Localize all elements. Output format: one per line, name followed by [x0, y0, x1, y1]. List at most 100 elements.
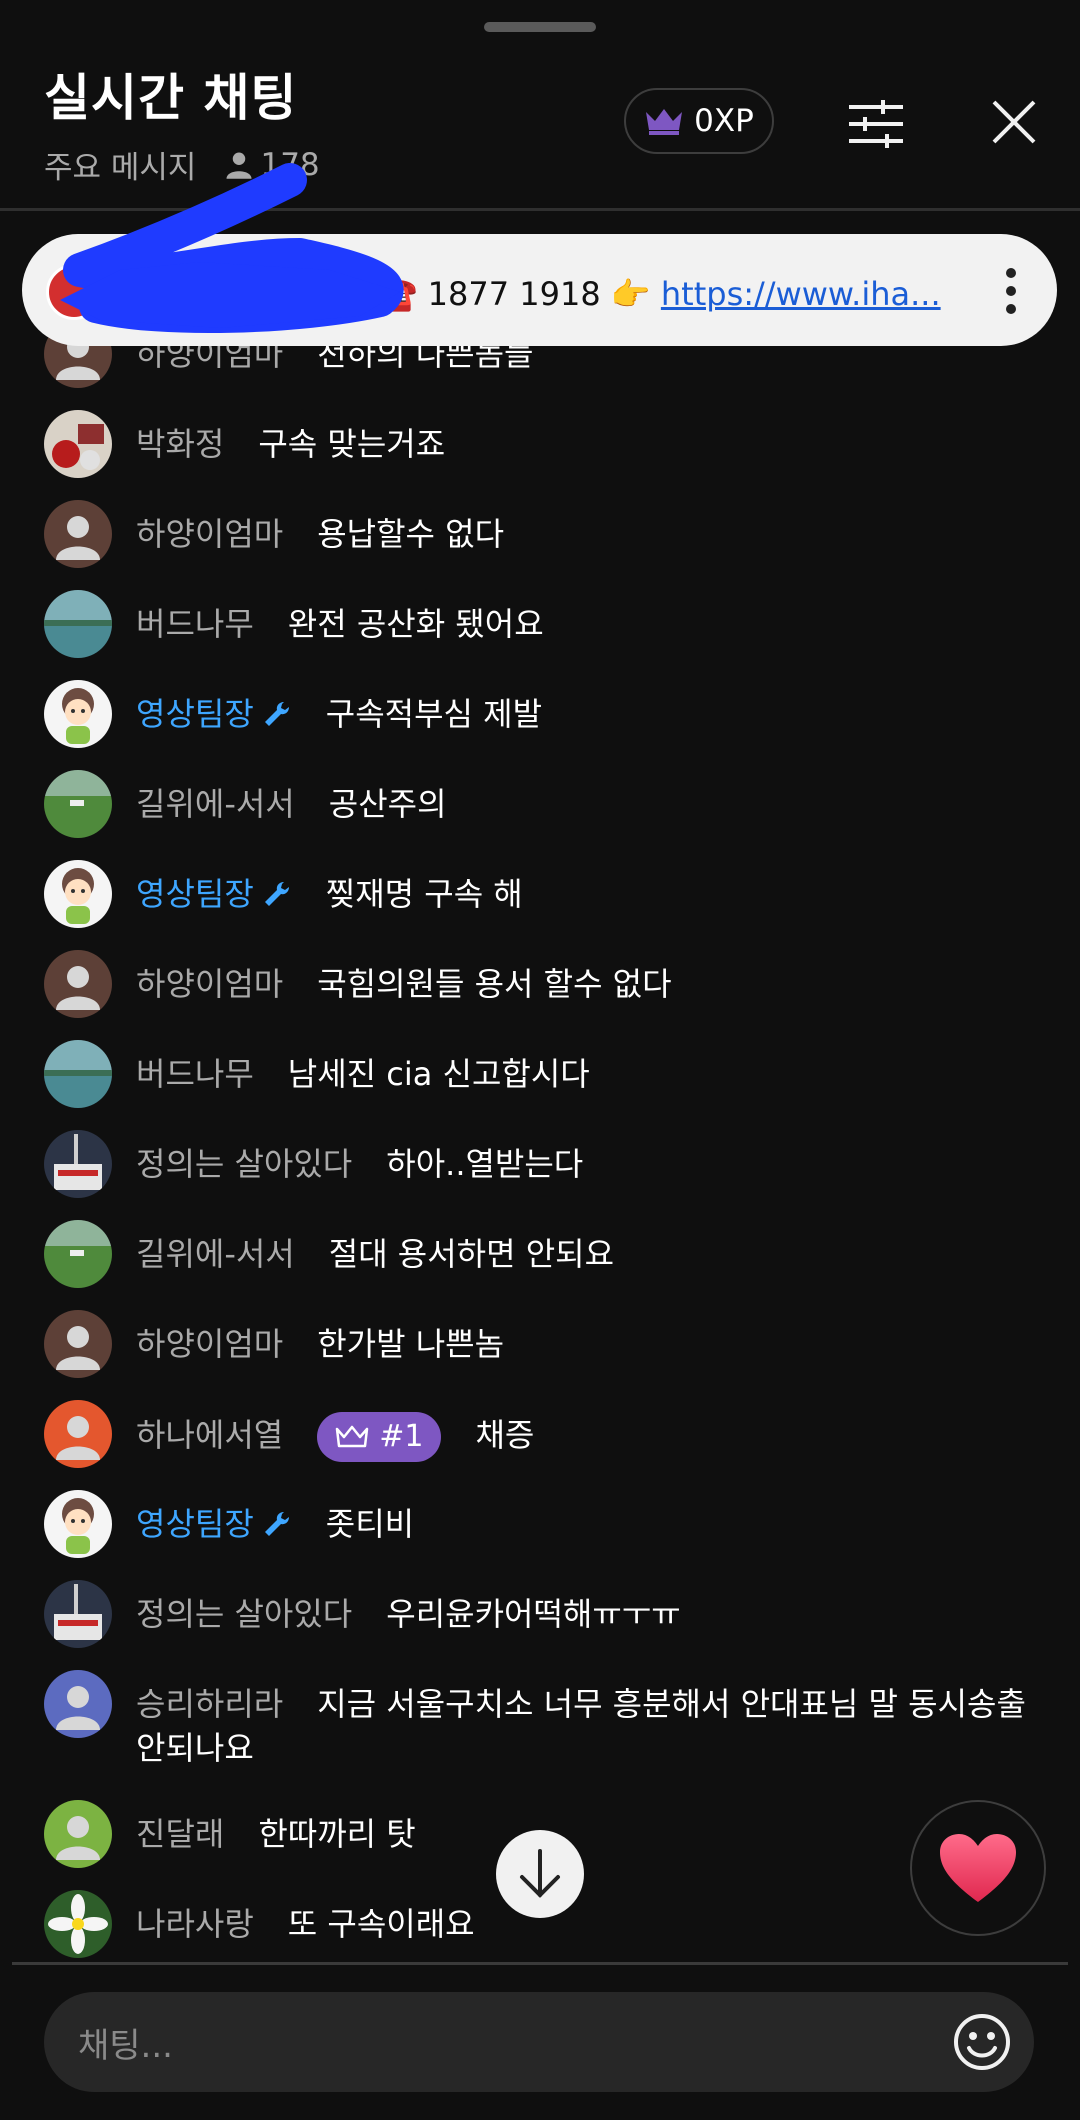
message-text: 채증 — [475, 1416, 535, 1454]
pinned-text: 공 ☎️ 1877 1918 👉 https://www.iha... — [332, 269, 992, 315]
message-author[interactable]: 승리하리라 — [136, 1685, 283, 1723]
chat-message[interactable]: 영상팀장 좃티비 — [44, 1490, 1044, 1558]
message-author[interactable]: 영상팀장 — [136, 875, 292, 913]
message-body: 영상팀장 좃티비 — [136, 1490, 414, 1546]
avatar[interactable] — [44, 1580, 112, 1648]
message-body: 하양이엄마 용납할수 없다 — [136, 500, 504, 556]
message-author[interactable]: 정의는 살아있다 — [136, 1595, 352, 1633]
crown-icon — [646, 109, 683, 135]
chat-message[interactable]: 길위에-서서 공산주의 — [44, 770, 1044, 838]
xp-button[interactable]: 0XP — [624, 88, 774, 154]
avatar[interactable] — [44, 860, 112, 928]
avatar[interactable] — [44, 770, 112, 838]
chat-message[interactable]: 버드나무 완전 공산화 됐어요 — [44, 590, 1044, 658]
wrench-icon — [264, 1512, 289, 1536]
chat-filter-dropdown[interactable]: 주요 메시지 178 — [44, 142, 320, 187]
avatar[interactable] — [44, 1490, 112, 1558]
chat-message[interactable]: 하나에서열 #1 채증 — [44, 1400, 1044, 1468]
avatar[interactable] — [44, 1400, 112, 1468]
message-text: 우리윤카어떡해ㅠㅜㅠ — [386, 1595, 681, 1633]
chat-message[interactable]: 하양이엄마 용납할수 없다 — [44, 500, 1044, 568]
close-button[interactable] — [984, 92, 1044, 152]
message-author[interactable]: 하양이엄마 — [136, 1325, 283, 1363]
message-text: 공산주의 — [328, 785, 447, 823]
pinned-partial-text: 공 — [332, 275, 362, 313]
chat-message[interactable]: 승리하리라 지금 서울구치소 너무 흥분해서 안대표님 말 동시송출 안되나요 — [44, 1670, 1044, 1770]
input-divider — [12, 1962, 1068, 1965]
message-author[interactable]: 버드나무 — [136, 1055, 254, 1093]
pinned-avatar — [46, 264, 102, 320]
message-body: 승리하리라 지금 서울구치소 너무 흥분해서 안대표님 말 동시송출 안되나요 — [136, 1670, 1026, 1770]
message-author[interactable]: 하양이엄마 — [136, 965, 283, 1003]
viewer-count-value: 178 — [260, 146, 320, 183]
message-body: 하양이엄마 국힘의원들 용서 할수 없다 — [136, 950, 672, 1006]
avatar[interactable] — [44, 1130, 112, 1198]
live-chat-panel: 실시간 채팅 주요 메시지 178 0XP 하양이엄마 천하의 나쁜놈들 박화정… — [0, 0, 1080, 2120]
chat-message[interactable]: 하양이엄마 한가발 나쁜놈 — [44, 1310, 1044, 1378]
message-text: 지금 서울구치소 너무 흥분해서 안대표님 말 동시송출 — [317, 1685, 1026, 1723]
message-author[interactable]: 영상팀장 — [136, 695, 292, 733]
avatar[interactable] — [44, 1310, 112, 1378]
message-author[interactable]: 하나에서열 — [136, 1416, 283, 1454]
avatar[interactable] — [44, 950, 112, 1018]
message-text: 국힘의원들 용서 할수 없다 — [317, 965, 672, 1003]
message-text: 한따까리 탓 — [258, 1815, 416, 1853]
pinned-link[interactable]: https://www.iha... — [661, 275, 941, 313]
avatar[interactable] — [44, 680, 112, 748]
chat-message[interactable]: 박화정 구속 맞는거죠 — [44, 410, 1044, 478]
avatar[interactable] — [44, 1220, 112, 1288]
heart-reaction-button[interactable] — [910, 1800, 1046, 1936]
viewer-count: 178 — [224, 146, 320, 183]
wrench-icon — [264, 882, 289, 906]
avatar[interactable] — [44, 1670, 112, 1738]
avatar[interactable] — [44, 500, 112, 568]
message-author[interactable]: 하양이엄마 — [136, 515, 283, 553]
close-icon — [992, 100, 1036, 144]
message-body: 하나에서열 #1 채증 — [136, 1400, 534, 1462]
message-text: 완전 공산화 됐어요 — [287, 605, 544, 643]
avatar[interactable] — [44, 590, 112, 658]
chat-message[interactable]: 하양이엄마 국힘의원들 용서 할수 없다 — [44, 950, 1044, 1018]
message-author[interactable]: 나라사랑 — [136, 1905, 254, 1943]
chat-message[interactable]: 영상팀장 구속적부심 제발 — [44, 680, 1044, 748]
message-author[interactable]: 정의는 살아있다 — [136, 1145, 352, 1183]
message-author[interactable]: 버드나무 — [136, 605, 254, 643]
chat-input[interactable]: 채팅... — [44, 1992, 1034, 2092]
message-author[interactable]: 진달래 — [136, 1815, 224, 1853]
pinned-phone: ☎️ 1877 1918 👉 — [377, 275, 651, 313]
member-badge-label: #1 — [379, 1419, 424, 1454]
message-body: 길위에-서서 공산주의 — [136, 770, 447, 826]
message-body: 정의는 살아있다 하아..열받는다 — [136, 1130, 583, 1186]
settings-sliders-button[interactable] — [840, 92, 912, 156]
chat-message[interactable]: 정의는 살아있다 하아..열받는다 — [44, 1130, 1044, 1198]
arrow-down-icon — [520, 1849, 560, 1898]
heart-icon — [940, 1834, 1016, 1902]
message-text: 구속적부심 제발 — [325, 695, 543, 733]
pinned-message[interactable]: 공 ☎️ 1877 1918 👉 https://www.iha... — [22, 234, 1057, 346]
emoji-icon[interactable] — [952, 2012, 1012, 2072]
more-vert-icon[interactable] — [1005, 266, 1017, 316]
crown-outline-icon — [335, 1425, 369, 1448]
chat-message[interactable]: 길위에-서서 절대 용서하면 안되요 — [44, 1220, 1044, 1288]
message-body: 영상팀장 찢재명 구속 해 — [136, 860, 523, 916]
message-author[interactable]: 영상팀장 — [136, 1505, 292, 1543]
chat-message[interactable]: 정의는 살아있다 우리윤카어떡해ㅠㅜㅠ — [44, 1580, 1044, 1648]
message-author[interactable]: 박화정 — [136, 425, 224, 463]
message-body: 박화정 구속 맞는거죠 — [136, 410, 445, 466]
scroll-to-bottom-button[interactable] — [496, 1830, 584, 1918]
chat-message[interactable]: 버드나무 남세진 cia 신고합시다 — [44, 1040, 1044, 1108]
sliders-icon — [849, 100, 903, 148]
message-text: 또 구속이래요 — [287, 1905, 475, 1943]
message-author[interactable]: 길위에-서서 — [136, 1235, 295, 1273]
chat-message[interactable]: 영상팀장 찢재명 구속 해 — [44, 860, 1044, 928]
message-body: 버드나무 완전 공산화 됐어요 — [136, 590, 544, 646]
chat-filter-label: 주요 메시지 — [44, 150, 197, 186]
avatar[interactable] — [44, 1890, 112, 1958]
header-divider — [0, 208, 1080, 211]
avatar[interactable] — [44, 1800, 112, 1868]
avatar[interactable] — [44, 1040, 112, 1108]
avatar[interactable] — [44, 410, 112, 478]
message-text: 하아..열받는다 — [386, 1145, 584, 1183]
message-author[interactable]: 길위에-서서 — [136, 785, 295, 823]
message-body: 정의는 살아있다 우리윤카어떡해ㅠㅜㅠ — [136, 1580, 681, 1636]
